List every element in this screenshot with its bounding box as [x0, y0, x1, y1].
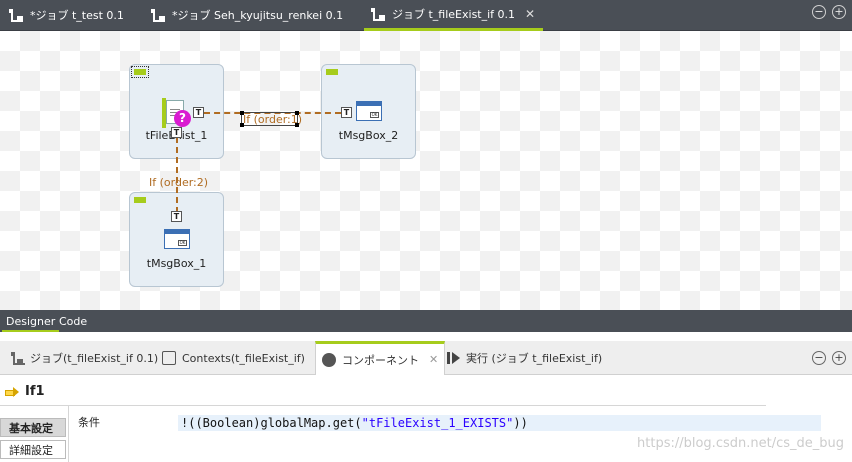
designer-code-tab-bar: Designer Code — [0, 310, 852, 332]
editor-tab-label: *ジョブ Seh_kyujitsu_renkei 0.1 — [172, 9, 344, 22]
if-link-2-line[interactable] — [176, 137, 178, 213]
contexts-icon — [162, 351, 176, 365]
panel-tab-label: コンポーネント — [342, 353, 419, 367]
panel-window-buttons: − + — [812, 351, 846, 365]
input-trigger-port[interactable]: T — [171, 211, 182, 222]
settings-side-tabs: 基本設定 詳細設定 — [0, 412, 68, 462]
output-trigger-port[interactable]: T — [193, 107, 204, 118]
component-status-indicator — [134, 197, 146, 203]
watermark-text: https://blog.csdn.net/cs_de_bug — [637, 436, 844, 451]
run-icon — [446, 351, 460, 365]
output-trigger-port[interactable]: T — [171, 127, 182, 138]
panel-tab-job[interactable]: ジョブ(t_fileExist_if 0.1) — [10, 341, 158, 375]
panel-tab-bar: ジョブ(t_fileExist_if 0.1) Contexts(t_fileE… — [0, 341, 852, 375]
editor-tab-seh-kyujitsu[interactable]: *ジョブ Seh_kyujitsu_renkei 0.1 — [150, 0, 343, 30]
job-icon — [370, 7, 386, 21]
maximize-icon[interactable]: + — [832, 351, 846, 365]
panel-tab-label: 実行 (ジョブ t_fileExist_if) — [466, 352, 603, 365]
editor-window-buttons: − + — [812, 5, 846, 19]
condition-expression-field[interactable]: !((Boolean)globalMap.get("tFileExist_1_E… — [178, 415, 821, 431]
if-link-2-label[interactable]: If (order:2) — [149, 176, 208, 189]
component-status-indicator — [326, 69, 338, 75]
message-box-icon: OK — [164, 229, 190, 249]
arrow-right-icon — [5, 386, 19, 397]
close-icon[interactable]: ✕ — [429, 353, 438, 366]
file-exist-icon: ? — [162, 98, 192, 128]
editor-tab-t-fileexist-if[interactable]: ジョブ t_fileExist_if 0.1 ✕ — [364, 0, 544, 31]
designer-canvas[interactable]: ? tFileExist_1 OK tMsgBox_2 OK tMsgBox_1… — [0, 31, 852, 310]
component-title-bar: If1 — [0, 378, 766, 406]
tab-designer[interactable]: Designer — [2, 312, 60, 332]
panel-tab-run[interactable]: 実行 (ジョブ t_fileExist_if) — [446, 341, 602, 375]
condition-label: 条件 — [78, 416, 100, 429]
side-tab-advanced-settings[interactable]: 詳細設定 — [0, 440, 66, 459]
maximize-icon[interactable]: + — [832, 5, 846, 19]
close-icon[interactable]: ✕ — [525, 7, 535, 21]
component-status-indicator — [131, 66, 149, 78]
component-title: If1 — [25, 384, 45, 399]
palette-icon — [322, 352, 336, 367]
editor-tab-bar: *ジョブ t_test 0.1 *ジョブ Seh_kyujitsu_renkei… — [0, 0, 852, 31]
minimize-icon[interactable]: − — [812, 351, 826, 365]
input-trigger-port[interactable]: T — [341, 107, 352, 118]
condition-code-prefix: !((Boolean)globalMap.get( — [181, 416, 362, 430]
component-label: tMsgBox_1 — [146, 257, 207, 270]
job-icon — [150, 8, 166, 22]
message-box-icon: OK — [356, 101, 382, 121]
condition-code-string: "tFileExist_1_EXISTS" — [361, 416, 514, 430]
job-icon — [8, 8, 24, 22]
side-tab-basic-settings[interactable]: 基本設定 — [0, 418, 66, 437]
editor-tab-label: *ジョブ t_test 0.1 — [30, 9, 124, 22]
divider — [68, 405, 69, 462]
condition-code-suffix: )) — [513, 416, 528, 430]
panel-tab-component[interactable]: コンポーネント ✕ — [315, 341, 446, 375]
job-icon — [10, 351, 25, 365]
editor-tab-label: ジョブ t_fileExist_if 0.1 — [392, 8, 516, 21]
editor-tab-t-test[interactable]: *ジョブ t_test 0.1 — [8, 0, 124, 30]
minimize-icon[interactable]: − — [812, 5, 826, 19]
if-link-1-label[interactable]: If (order:1) — [243, 113, 302, 126]
panel-tab-contexts[interactable]: Contexts(t_fileExist_if) — [162, 341, 305, 375]
panel-tab-label: Contexts(t_fileExist_if) — [182, 351, 305, 365]
panel-tab-label: ジョブ(t_fileExist_if 0.1) — [30, 352, 159, 365]
tab-code[interactable]: Code — [55, 312, 91, 332]
component-label: tMsgBox_2 — [338, 129, 399, 142]
